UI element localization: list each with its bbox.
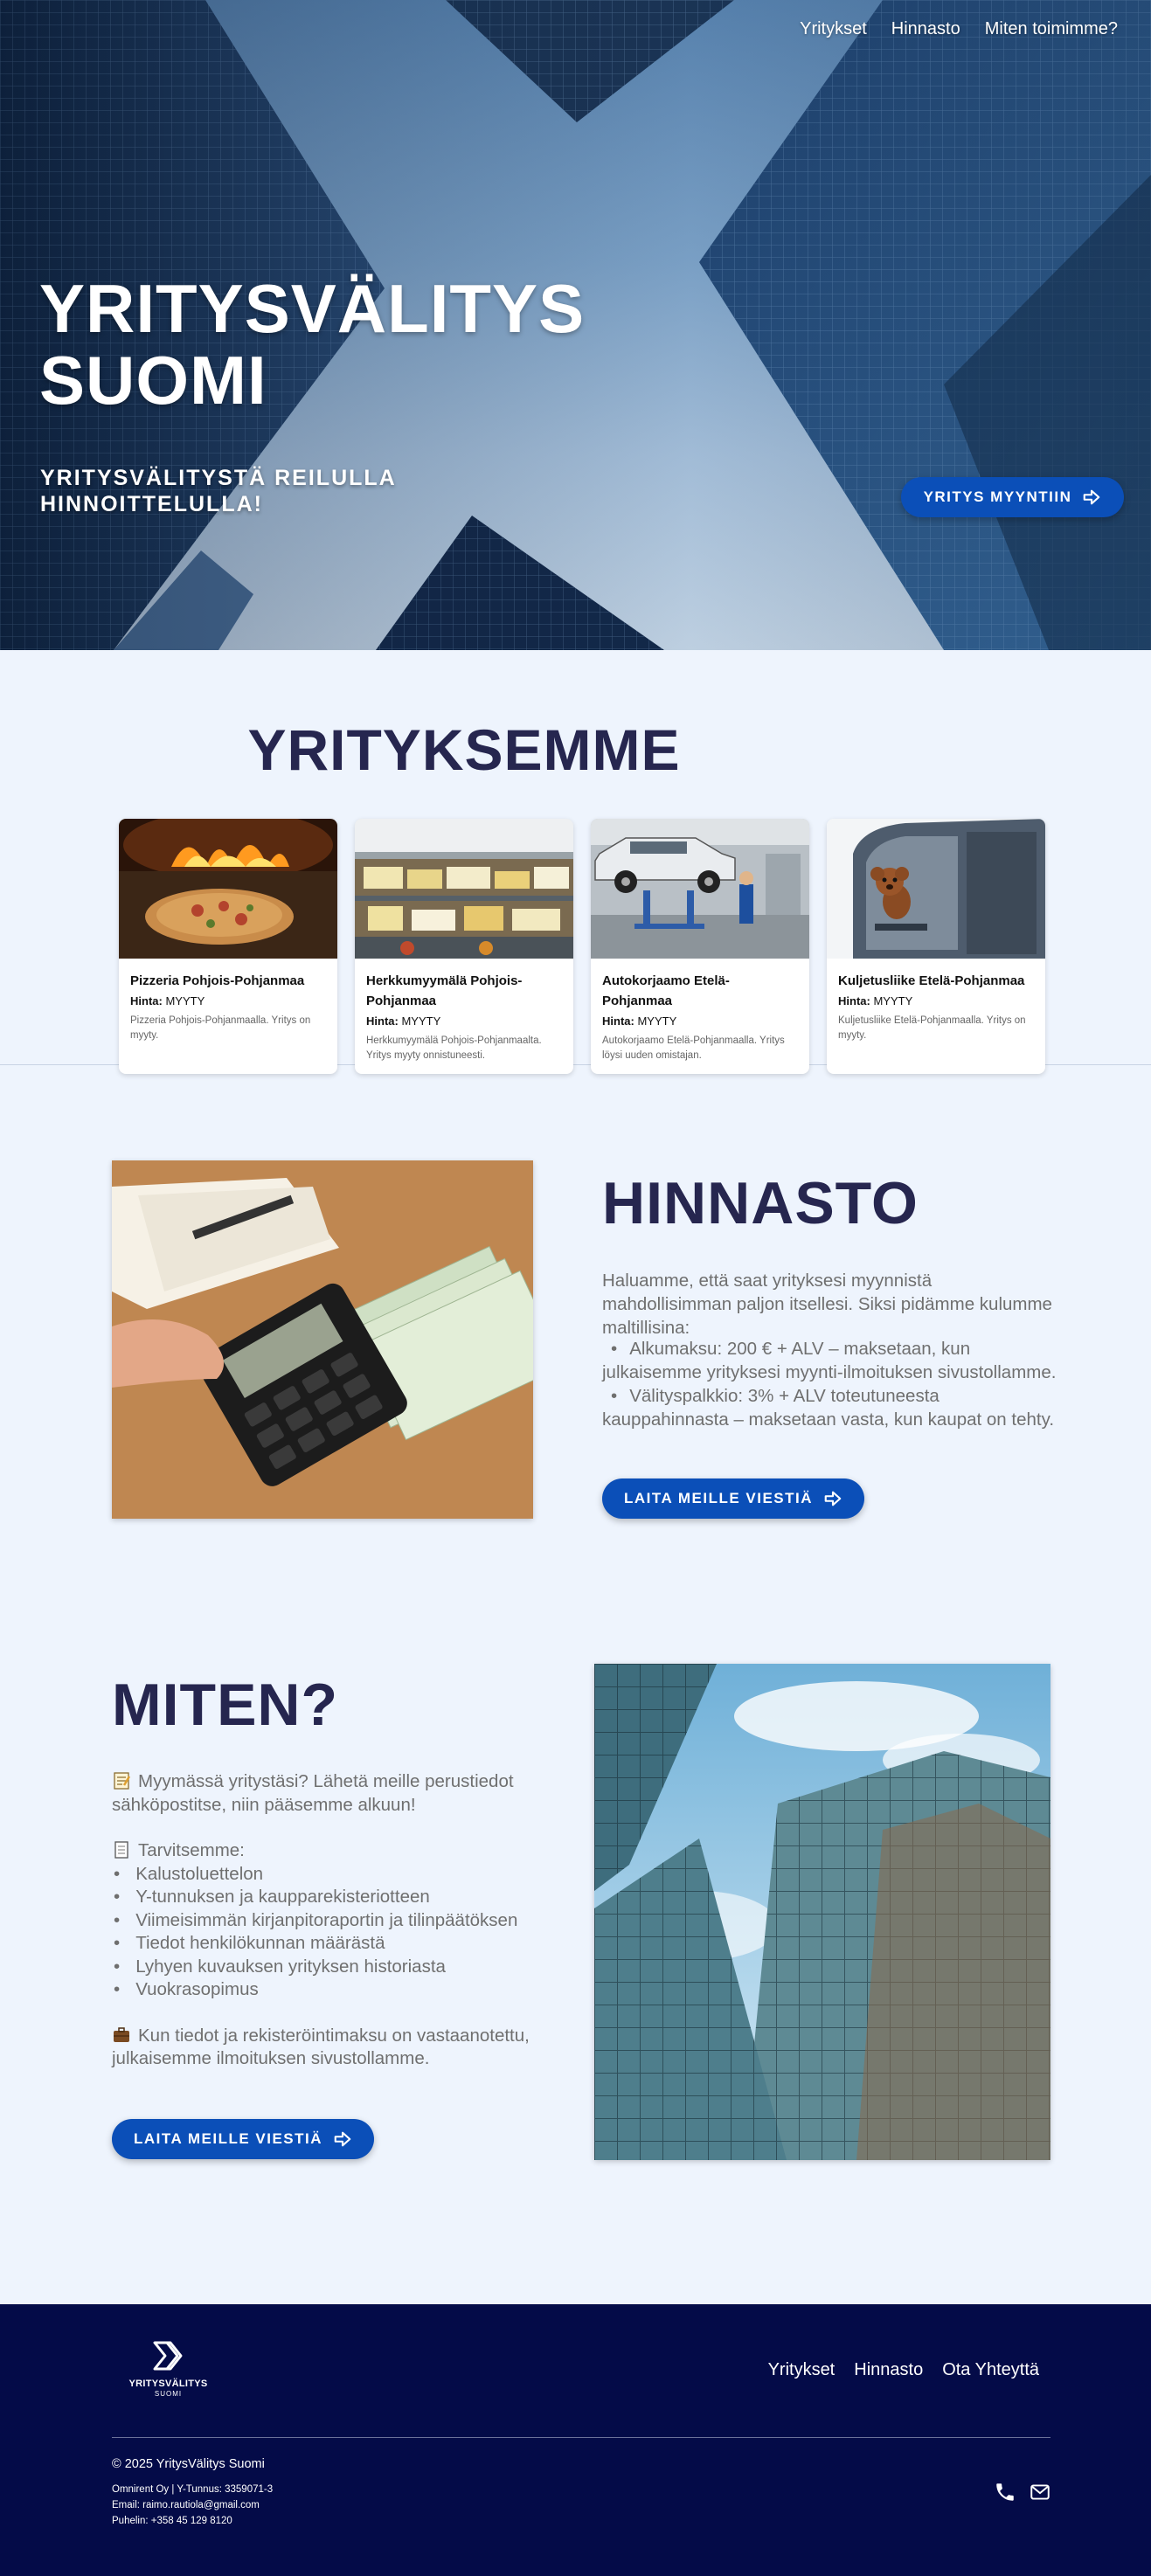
arrow-right-icon [1084, 489, 1100, 505]
company-description: Herkkumyymälä Pohjois-Pohjanmaalta. Yrit… [366, 1035, 542, 1061]
price-value: MYYTY [165, 994, 205, 1008]
how-outro: Kun tiedot ja rekisteröintimaksu on vast… [112, 2025, 549, 2071]
pricing-item-text: Välityspalkkio: 3% + ALV toteutuneesta k… [602, 1386, 1055, 1430]
pricing-intro: Haluamme, että saat yrityksesi myynnistä… [602, 1271, 1052, 1338]
company-card[interactable]: Pizzeria Pohjois-Pohjanmaa Hinta: MYYTY … [119, 819, 337, 1074]
how-needs: Tarvitsemme: Kalustoluettelon Y-tunnukse… [112, 1839, 549, 2002]
companies-title: YRITYKSEMME [247, 717, 681, 782]
footer-contact-icons [994, 2481, 1051, 2503]
copyright: © 2025 YritysVälitys Suomi [112, 2457, 265, 2471]
pricing-item: • Alkumaksu: 200 € + ALV – maksetaan, kun… [602, 1339, 1057, 1382]
dog-in-truck-image [827, 819, 1045, 959]
arrow-right-icon [824, 1491, 842, 1506]
price-label: Hinta: [366, 1014, 399, 1028]
company-description: Autokorjaamo Etelä-Pohjanmaalla. Yritys … [602, 1035, 785, 1061]
how-needs-title: Tarvitsemme: [138, 1840, 245, 1860]
glass-building-image [594, 1664, 1050, 2160]
arrow-right-icon [334, 2131, 351, 2147]
hero-subtitle-line1: YRITYSVÄLITYSTÄ REILULLA [40, 466, 397, 490]
footer-link-hinnasto[interactable]: Hinnasto [854, 2360, 923, 2380]
company-name: Pizzeria Pohjois-Pohjanmaa [130, 973, 305, 988]
how-content: Myymässä yritystäsi? Lähetä meille perus… [112, 1770, 549, 2094]
company-price: Hinta: MYYTY [838, 993, 1034, 1010]
company-name: Autokorjaamo Etelä-Pohjanmaa [602, 973, 730, 1008]
company-card[interactable]: Autokorjaamo Etelä-Pohjanmaa Hinta: MYYT… [591, 819, 809, 1074]
contact-button-label: LAITA MEILLE VIESTIÄ [133, 2130, 323, 2147]
price-value: MYYTY [401, 1014, 441, 1028]
how-outro-text: Kun tiedot ja rekisteröintimaksu on vast… [112, 2025, 530, 2069]
calculator-money-image [112, 1160, 533, 1519]
company-price: Hinta: MYYTY [602, 1013, 798, 1030]
hero-title-line1: YRITYSVÄLITYS [39, 270, 586, 347]
company-cards: Pizzeria Pohjois-Pohjanmaa Hinta: MYYTY … [119, 819, 1045, 1074]
company-price: Hinta: MYYTY [130, 993, 326, 1010]
company-name: Kuljetusliike Etelä-Pohjanmaa [838, 973, 1025, 988]
footer-link-yritykset[interactable]: Yritykset [768, 2360, 836, 2380]
pricing-item-text: Alkumaksu: 200 € + ALV – maksetaan, kun … [602, 1339, 1057, 1382]
hero-subtitle: YRITYSVÄLITYSTÄ REILULLA HINNOITTELULLA! [40, 465, 495, 517]
how-need-item: Tiedot henkilökunnan määrästä [112, 1932, 549, 1956]
how-need-item: Kalustoluettelon [112, 1863, 549, 1887]
nav-link-miten-toimimme[interactable]: Miten toimimme? [985, 19, 1118, 39]
logo-chevron-icon [153, 2341, 182, 2371]
nav-link-yritykset[interactable]: Yritykset [800, 19, 867, 39]
price-value: MYYTY [873, 994, 913, 1008]
how-need-item: Lyhyen kuvauksen yrityksen historiasta [112, 1956, 549, 1979]
company-card[interactable]: Herkkumyymälä Pohjois-Pohjanmaa Hinta: M… [355, 819, 573, 1074]
sell-company-button-label: YRITYS MYYNTIIN [923, 488, 1072, 505]
company-info: Omnirent Oy | Y-Tunnus: 3359071-3 Email:… [112, 2482, 273, 2529]
pizza-oven-image [119, 819, 337, 959]
pricing-title: HINNASTO [602, 1170, 919, 1236]
company-price: Hinta: MYYTY [366, 1013, 562, 1030]
company-card[interactable]: Kuljetusliike Etelä-Pohjanmaa Hinta: MYY… [827, 819, 1045, 1074]
price-value: MYYTY [637, 1014, 677, 1028]
company-name: Herkkumyymälä Pohjois-Pohjanmaa [366, 973, 523, 1008]
footer-link-ota-yhteytta[interactable]: Ota Yhteyttä [942, 2360, 1039, 2380]
nav-link-hinnasto[interactable]: Hinnasto [891, 19, 960, 39]
top-nav: Yritykset Hinnasto Miten toimimme? [800, 19, 1118, 39]
footer-nav: Yritykset Hinnasto Ota Yhteyttä [768, 2360, 1039, 2380]
memo-icon [114, 1772, 131, 1790]
hero-title-line2: SUOMI [39, 342, 267, 419]
logo-subtext: SUOMI [154, 2390, 183, 2398]
price-label: Hinta: [130, 994, 163, 1008]
hero-section: Yritykset Hinnasto Miten toimimme? YRITY… [0, 0, 1151, 650]
contact-button-pricing[interactable]: LAITA MEILLE VIESTIÄ [602, 1478, 864, 1519]
contact-button-how[interactable]: LAITA MEILLE VIESTIÄ [112, 2119, 374, 2159]
footer-logo[interactable]: YRITYSVÄLITYS SUOMI [122, 2341, 214, 2398]
logo-text: YRITYSVÄLITYS [128, 2379, 208, 2389]
how-need-item: Viimeisimmän kirjanpitoraportin ja tilin… [112, 1909, 549, 1933]
price-label: Hinta: [602, 1014, 634, 1028]
how-intro: Myymässä yritystäsi? Lähetä meille perus… [112, 1770, 549, 1817]
pricing-list: • Alkumaksu: 200 € + ALV – maksetaan, kun… [602, 1337, 1057, 1431]
hero-subtitle-line2: HINNOITTELULLA! [40, 492, 263, 516]
contact-phone: Puhelin: +358 45 129 8120 [112, 2516, 232, 2526]
contact-button-label: LAITA MEILLE VIESTIÄ [623, 1490, 814, 1506]
how-title: MITEN? [112, 1672, 339, 1738]
page-icon [114, 1841, 128, 1859]
how-needs-list: Kalustoluettelon Y-tunnuksen ja kauppare… [112, 1863, 549, 2002]
mail-icon[interactable] [1029, 2481, 1051, 2503]
deli-counter-image [355, 819, 573, 959]
pricing-item: • Välityspalkkio: 3% + ALV toteutuneesta … [602, 1386, 1055, 1430]
how-need-item: Y-tunnuksen ja kaupparekisteriotteen [112, 1886, 549, 1909]
how-need-item: Vuokrasopimus [112, 1978, 549, 2002]
company-description: Kuljetusliike Etelä-Pohjanmaalla. Yritys… [838, 1015, 1026, 1041]
hero-title: YRITYSVÄLITYS SUOMI [39, 273, 669, 416]
sell-company-button[interactable]: YRITYS MYYNTIIN [901, 477, 1124, 517]
contact-email: Email: raimo.rautiola@gmail.com [112, 2500, 260, 2510]
price-label: Hinta: [838, 994, 870, 1008]
briefcase-icon [114, 2026, 129, 2042]
footer: YRITYSVÄLITYS SUOMI Yritykset Hinnasto O… [0, 2304, 1151, 2576]
company-description: Pizzeria Pohjois-Pohjanmaalla. Yritys on… [130, 1015, 311, 1041]
company-id: Omnirent Oy | Y-Tunnus: 3359071-3 [112, 2484, 274, 2495]
car-on-lift-image [591, 819, 809, 959]
footer-divider [112, 2437, 1050, 2438]
phone-icon[interactable] [994, 2481, 1016, 2503]
how-intro-text: Myymässä yritystäsi? Lähetä meille perus… [112, 1771, 514, 1815]
